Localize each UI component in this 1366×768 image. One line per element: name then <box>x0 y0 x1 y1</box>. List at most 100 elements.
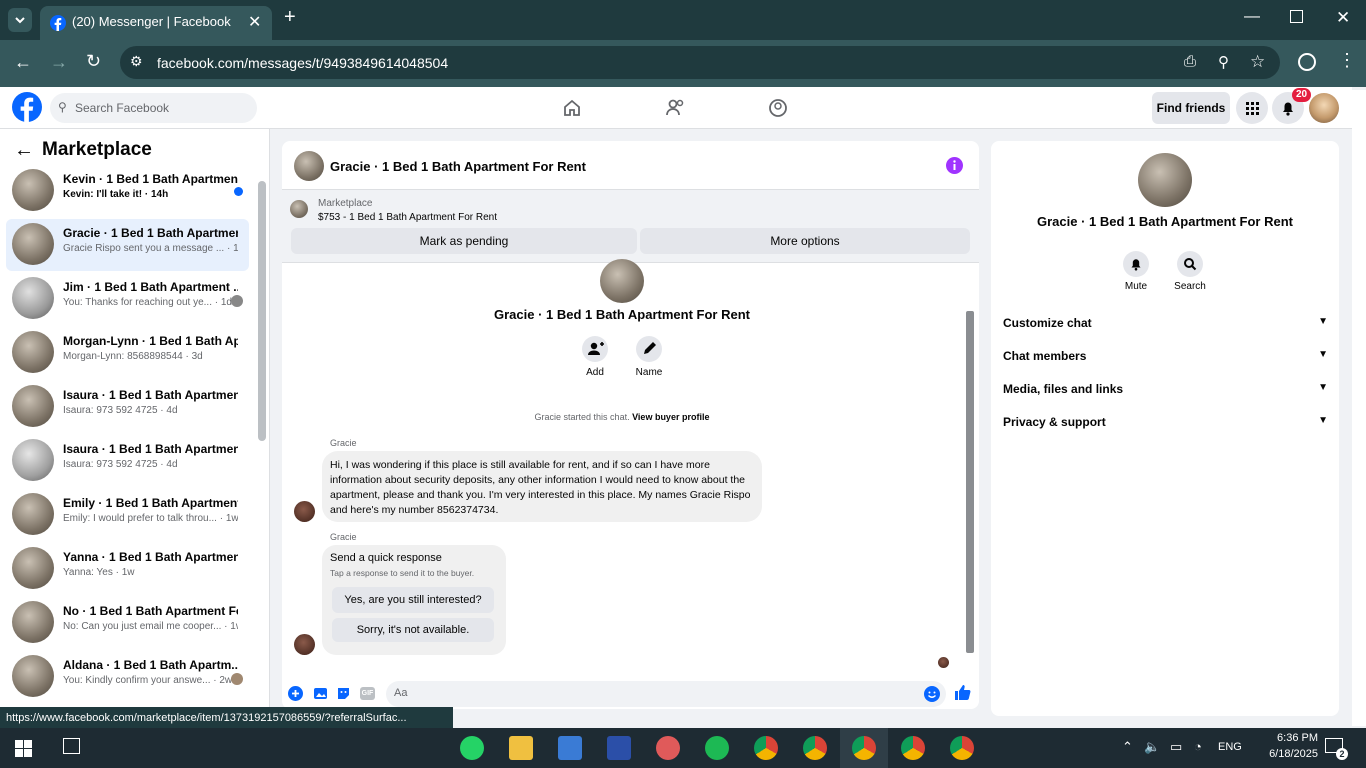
chrome-icon[interactable] <box>901 736 925 760</box>
conversation-item[interactable]: No · 1 Bed 1 Bath Apartment Fo... No: Ca… <box>6 597 249 649</box>
photoshop-icon[interactable] <box>607 736 631 760</box>
avatar <box>12 601 54 643</box>
tab-search-button[interactable] <box>8 8 32 32</box>
menu-grid-button[interactable] <box>1236 92 1268 124</box>
zoom-icon[interactable]: ⚲ <box>1218 53 1229 71</box>
chrome-icon[interactable] <box>754 736 778 760</box>
quick-reply-interested-button[interactable]: Yes, are you still interested? <box>332 587 494 613</box>
chevron-up-icon[interactable]: ⌃ <box>1122 739 1133 755</box>
conversation-preview: Emily: I would prefer to talk throu... ·… <box>63 513 238 524</box>
microsoft-store-icon[interactable] <box>558 736 582 760</box>
media-files-links-row[interactable]: Media, files and links ▼ <box>1003 382 1328 402</box>
tab-close-icon[interactable]: ✕ <box>248 12 261 32</box>
conversation-item[interactable]: Emily · 1 Bed 1 Bath Apartment ... Emily… <box>6 489 249 541</box>
quick-reply-not-available-button[interactable]: Sorry, it's not available. <box>332 618 494 642</box>
notifications-button[interactable]: 20 <box>1272 88 1312 124</box>
bookmark-star-icon[interactable]: ☆ <box>1250 52 1265 72</box>
page-scrollbar[interactable] <box>1352 90 1366 726</box>
restore-icon[interactable] <box>1290 10 1303 23</box>
conversation-item[interactable]: Yanna · 1 Bed 1 Bath Apartment ... Yanna… <box>6 543 249 595</box>
message-bubble[interactable]: Hi, I was wondering if this place is sti… <box>322 451 762 522</box>
new-tab-icon[interactable]: + <box>284 6 296 29</box>
friends-icon[interactable] <box>665 98 687 118</box>
customize-chat-row[interactable]: Customize chat ▼ <box>1003 316 1328 336</box>
task-view-icon[interactable] <box>63 738 80 754</box>
info-avatar[interactable] <box>1138 153 1192 207</box>
forward-arrow-icon[interactable]: → <box>50 52 68 73</box>
conversation-name: Gracie · 1 Bed 1 Bath Apartment... <box>63 226 238 240</box>
home-icon[interactable] <box>562 98 582 118</box>
name-chat-button[interactable] <box>636 336 662 362</box>
status-bar-url: https://www.facebook.com/marketplace/ite… <box>0 707 453 729</box>
conversation-preview: Isaura: 973 592 4725 · 4d <box>63 405 178 416</box>
chat-title[interactable]: Gracie · 1 Bed 1 Bath Apartment For Rent <box>330 159 586 174</box>
sticker-icon[interactable] <box>336 686 351 701</box>
sidebar-scrollbar[interactable] <box>258 181 266 441</box>
chrome-icon[interactable] <box>950 736 974 760</box>
reload-icon[interactable]: ↻ <box>86 51 101 72</box>
facebook-logo-icon[interactable] <box>12 92 42 122</box>
chat-avatar[interactable] <box>294 151 324 181</box>
gif-icon[interactable]: GIF <box>360 687 375 700</box>
language-indicator[interactable]: ENG <box>1218 741 1242 753</box>
spotify-icon[interactable] <box>705 736 729 760</box>
account-avatar[interactable] <box>1309 93 1339 123</box>
like-thumb-icon[interactable] <box>954 684 971 701</box>
message-input[interactable]: Aa <box>386 681 946 707</box>
plus-circle-icon[interactable] <box>288 686 303 701</box>
chat-scrollbar[interactable] <box>966 311 974 653</box>
groups-icon[interactable] <box>768 98 788 118</box>
back-arrow-icon[interactable]: ← <box>14 52 32 73</box>
search-label: Search <box>1174 281 1206 292</box>
search-in-chat-button[interactable] <box>1177 251 1203 277</box>
mute-button[interactable] <box>1123 251 1149 277</box>
file-explorer-icon[interactable] <box>509 736 533 760</box>
conversation-item[interactable]: Aldana · 1 Bed 1 Bath Apartm... You: Kin… <box>6 651 249 703</box>
sender-avatar[interactable] <box>294 634 315 655</box>
sender-avatar[interactable] <box>294 501 315 522</box>
site-info-icon[interactable]: ⚙ <box>130 53 143 70</box>
install-app-icon[interactable]: ⎙ <box>1184 53 1196 70</box>
listing-thumbnail[interactable] <box>290 200 308 218</box>
minimize-icon[interactable]: — <box>1244 8 1260 26</box>
browser-menu-icon[interactable]: ⋮ <box>1338 50 1356 71</box>
conversation-item[interactable]: Isaura · 1 Bed 1 Bath Apartment... Isaur… <box>6 381 249 433</box>
chat-members-row[interactable]: Chat members ▼ <box>1003 349 1328 369</box>
conversation-name: Isaura · 1 Bed 1 Bath Apartment... <box>63 388 238 402</box>
more-options-button[interactable]: More options <box>640 228 970 254</box>
battery-icon[interactable]: ▭ <box>1170 739 1182 755</box>
message-input-placeholder: Aa <box>394 687 408 699</box>
conversation-item[interactable]: Kevin · 1 Bed 1 Bath Apartmen... Kevin: … <box>6 165 249 217</box>
whatsapp-icon[interactable] <box>460 736 484 760</box>
volume-icon[interactable]: 🔈 <box>1144 739 1160 755</box>
conversation-item[interactable]: Morgan-Lynn · 1 Bed 1 Bath Ap... Morgan-… <box>6 327 249 379</box>
conversation-item[interactable]: Jim · 1 Bed 1 Bath Apartment ... You: Th… <box>6 273 249 325</box>
add-people-button[interactable] <box>582 336 608 362</box>
profile-icon[interactable] <box>1298 53 1316 71</box>
taskbar-active-app[interactable] <box>840 728 888 768</box>
paint-icon[interactable] <box>656 736 680 760</box>
chrome-icon[interactable] <box>803 736 827 760</box>
add-label: Add <box>586 367 604 378</box>
back-arrow-icon[interactable]: ← <box>14 139 34 162</box>
view-buyer-profile-link[interactable]: View buyer profile <box>632 412 709 422</box>
listing-price-title[interactable]: $753 - 1 Bed 1 Bath Apartment For Rent <box>318 212 497 223</box>
facebook-search-input[interactable]: ⚲ Search Facebook <box>50 93 257 123</box>
conversation-item[interactable]: Isaura · 1 Bed 1 Bath Apartment... Isaur… <box>6 435 249 487</box>
find-friends-button[interactable]: Find friends <box>1152 92 1230 124</box>
clock-time[interactable]: 6:36 PM <box>1258 732 1318 744</box>
emoji-icon[interactable] <box>924 686 940 702</box>
mark-as-pending-button[interactable]: Mark as pending <box>291 228 637 254</box>
conversation-item-active[interactable]: Gracie · 1 Bed 1 Bath Apartment... Graci… <box>6 219 249 271</box>
wifi-icon[interactable]: ◔ <box>1194 739 1202 754</box>
info-icon[interactable] <box>946 157 963 174</box>
clock-date[interactable]: 6/18/2025 <box>1253 748 1318 760</box>
photo-icon[interactable] <box>313 686 328 701</box>
privacy-support-row[interactable]: Privacy & support ▼ <box>1003 415 1328 435</box>
window-close-icon[interactable]: ✕ <box>1336 8 1350 28</box>
address-bar[interactable]: ⚙ facebook.com/messages/t/94938496140485… <box>120 46 1280 79</box>
windows-start-icon[interactable] <box>15 740 32 757</box>
seen-avatar-icon <box>231 295 243 307</box>
conversation-name: Kevin · 1 Bed 1 Bath Apartmen... <box>63 172 238 186</box>
browser-tab-active[interactable]: (20) Messenger | Facebook ✕ <box>40 6 272 40</box>
